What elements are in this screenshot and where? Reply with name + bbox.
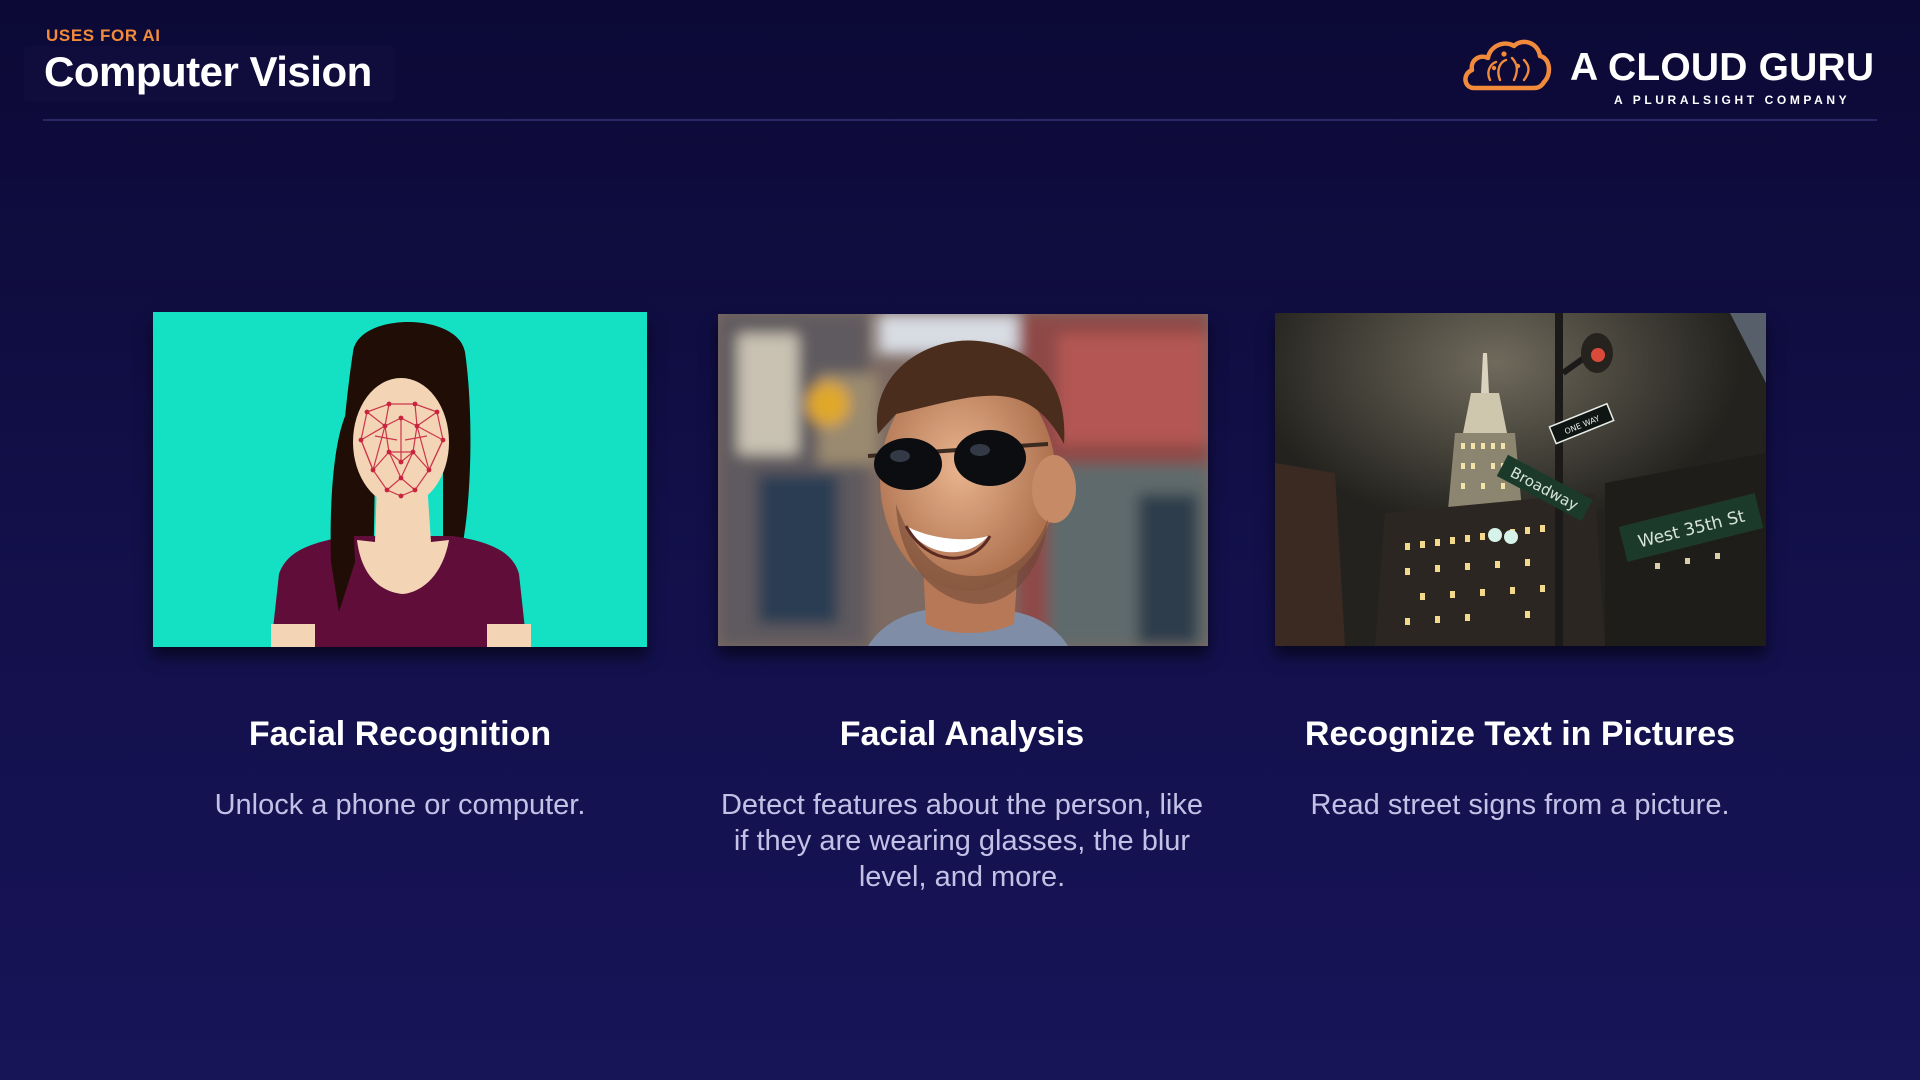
card-recognize-text: ONE WAY Broadway West 35th St Recognize … <box>1240 310 1800 910</box>
card-description: Detect features about the person, like i… <box>720 789 1203 893</box>
brand-tagline: A PLURALSIGHT COMPANY <box>1614 93 1851 107</box>
card-title: Facial Analysis <box>839 715 1085 753</box>
page-title: Computer Vision <box>24 46 394 102</box>
night-street-signs-photo: ONE WAY Broadway West 35th St <box>1275 313 1766 646</box>
card-description: Read street signs from a picture. <box>1310 789 1730 821</box>
woman-face-mesh-illustration <box>153 312 647 647</box>
card-title: Facial Recognition <box>248 715 552 753</box>
section-eyebrow: USES FOR AI <box>46 26 161 45</box>
cloud-logo-icon <box>1463 39 1552 91</box>
smiling-man-sunglasses-photo <box>718 314 1208 646</box>
card-facial-recognition: Facial Recognition Unlock a phone or com… <box>120 310 680 910</box>
brand-logo: A CLOUD GURU A PLURALSIGHT COMPANY <box>1460 36 1874 108</box>
card-facial-analysis: Facial Analysis Detect features about th… <box>682 310 1242 910</box>
card-description: Unlock a phone or computer. <box>214 789 586 821</box>
slide-header: USES FOR AI Computer Vision A CLOUD GURU… <box>0 0 1920 122</box>
header-divider <box>43 119 1877 121</box>
card-title: Recognize Text in Pictures <box>1304 715 1736 753</box>
brand-name: A CLOUD GURU <box>1570 46 1875 89</box>
